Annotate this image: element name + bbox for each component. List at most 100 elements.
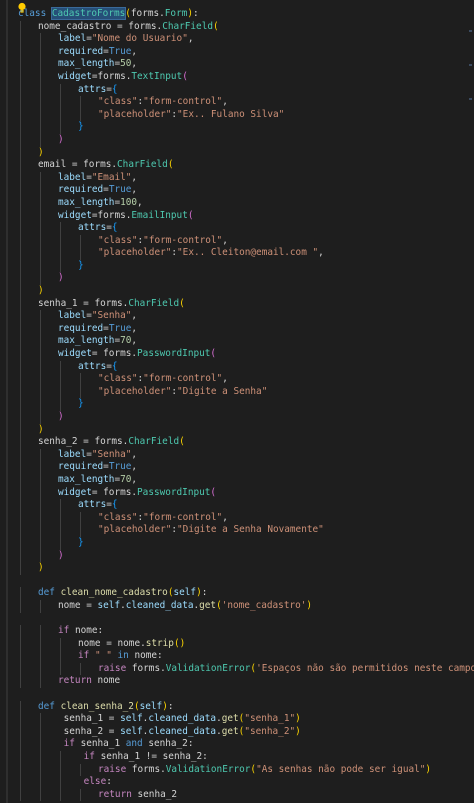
code-token: if: [78, 650, 95, 662]
code-line[interactable]: max_length=100,: [0, 196, 466, 210]
code-token: senha_1 != senha_2:: [100, 751, 208, 763]
code-line[interactable]: "placeholder":"Ex.. Cleiton@email.com ",: [0, 247, 466, 260]
code-line[interactable]: nome = nome.strip(): [0, 637, 466, 651]
code-line[interactable]: ): [0, 272, 466, 286]
indent-guide: [40, 272, 41, 286]
code-token: cleaned_data: [148, 713, 217, 725]
code-line[interactable]: label="Senha",: [0, 310, 466, 323]
code-line[interactable]: attrs={: [0, 83, 466, 97]
code-token: "form-control": [143, 234, 223, 246]
code-token: CharField: [128, 436, 180, 448]
code-line[interactable]: nome = self.cleaned_data.get('nome_cadas…: [0, 599, 466, 613]
code-token: self: [139, 700, 163, 712]
code-line[interactable]: label="Email",: [0, 171, 466, 185]
code-line[interactable]: attrs={: [0, 222, 466, 235]
code-token: ): [295, 725, 301, 737]
code-line[interactable]: if senha_1 != senha_2:: [0, 751, 466, 764]
indent-guide: [80, 385, 81, 399]
indent-guide: [20, 423, 21, 437]
indent-guide: [60, 662, 61, 676]
code-line[interactable]: ): [0, 423, 466, 437]
code-line[interactable]: }: [0, 121, 466, 134]
code-line[interactable]: }: [0, 536, 466, 550]
code-line[interactable]: ): [0, 146, 466, 160]
code-token: in: [111, 650, 135, 662]
code-token: if: [58, 625, 75, 637]
code-token: return: [98, 788, 138, 800]
code-line[interactable]: widget= forms.PasswordInput(: [0, 486, 466, 500]
code-line[interactable]: def clean_senha_2(self):: [0, 700, 466, 714]
code-token: required: [58, 322, 104, 334]
code-line[interactable]: max_length=70,: [0, 335, 466, 349]
code-line[interactable]: "placeholder":"Digite a Senha": [0, 385, 466, 399]
indent-guide: [60, 360, 61, 374]
code-line[interactable]: if nome:: [0, 625, 466, 638]
code-line[interactable]: required=True,: [0, 184, 466, 197]
code-line[interactable]: if " " in nome:: [0, 650, 466, 663]
indent-guide: [40, 473, 41, 487]
code-token: clean_nome_cadastro: [60, 587, 168, 599]
code-line[interactable]: nome_cadastro = forms.CharField(: [0, 20, 466, 34]
code-line[interactable]: ): [0, 133, 466, 147]
code-text: max_length=50,: [58, 58, 137, 71]
code-token: =forms.: [91, 209, 132, 221]
code-line[interactable]: return senha_2: [0, 788, 466, 802]
code-line[interactable]: }: [0, 259, 466, 273]
code-line[interactable]: email = forms.CharField(: [0, 159, 466, 172]
code-line[interactable]: raise forms.ValidationError('Espaços não…: [0, 662, 474, 676]
code-line[interactable]: [0, 688, 466, 701]
indent-guide: [40, 385, 41, 399]
code-line[interactable]: ): [0, 562, 466, 575]
code-line[interactable]: "placeholder":"Digite a Senha Novamente": [0, 524, 466, 537]
code-line[interactable]: else:: [0, 776, 466, 789]
code-line[interactable]: max_length=50,: [0, 58, 466, 71]
code-line[interactable]: [0, 613, 466, 626]
code-line[interactable]: raise forms.ValidationError("As senhas n…: [0, 763, 466, 777]
code-line[interactable]: label="Nome do Usuario",: [0, 33, 466, 46]
code-line[interactable]: def clean_nome_cadastro(self):: [0, 587, 466, 600]
indent-guide: [40, 499, 41, 512]
code-token: (: [187, 209, 194, 221]
code-token: required: [58, 45, 104, 57]
code-line[interactable]: required=True,: [0, 461, 466, 474]
code-line[interactable]: ): [0, 411, 466, 424]
code-line[interactable]: senha_1 = forms.CharField(: [0, 297, 466, 311]
code-line[interactable]: attrs={: [0, 499, 466, 512]
code-token: max_length: [58, 473, 115, 485]
code-line[interactable]: senha_2 = forms.CharField(: [0, 436, 466, 449]
code-line[interactable]: senha_1 = self.cleaned_data.get("senha_1…: [0, 713, 466, 726]
code-line[interactable]: max_length=70,: [0, 473, 466, 487]
code-line[interactable]: [0, 575, 466, 588]
code-line[interactable]: attrs={: [0, 360, 466, 374]
code-token: label: [58, 33, 87, 45]
code-line[interactable]: if senha_1 and senha_2:: [0, 738, 466, 752]
code-line[interactable]: widget=forms.TextInput(: [0, 70, 466, 84]
code-line[interactable]: "placeholder":"Ex.. Fulano Silva": [0, 108, 466, 122]
code-line[interactable]: required=True,: [0, 45, 466, 59]
code-line[interactable]: ): [0, 549, 466, 563]
indent-guide: [60, 121, 61, 134]
code-line[interactable]: label="Senha",: [0, 448, 466, 462]
code-line[interactable]: "class":"form-control",: [0, 511, 466, 525]
indent-guide: [80, 524, 81, 537]
indent-guide: [60, 788, 61, 802]
code-line[interactable]: widget= forms.PasswordInput(: [0, 348, 466, 361]
code-area[interactable]: class CadastroForms(forms.Form): nome_cad…: [0, 7, 474, 802]
indent-guide: [40, 184, 41, 197]
code-text: senha_2 = self.cleaned_data.get("senha_2…: [58, 726, 301, 739]
code-line[interactable]: }: [0, 398, 466, 411]
code-line[interactable]: ): [0, 285, 466, 298]
code-line[interactable]: return nome: [0, 675, 466, 689]
code-line[interactable]: senha_2 = self.cleaned_data.get("senha_2…: [0, 725, 466, 739]
code-line[interactable]: required=True,: [0, 322, 466, 336]
indent-guide: [40, 448, 41, 462]
code-line[interactable]: "class":"form-control",: [0, 96, 466, 109]
code-token: PasswordInput: [137, 348, 211, 360]
code-editor[interactable]: class CadastroForms(forms.Form): nome_cad…: [0, 0, 474, 803]
code-line[interactable]: "class":"form-control",: [0, 373, 466, 386]
code-token: :: [106, 776, 112, 788]
indent-guide: [60, 247, 61, 260]
code-line[interactable]: widget=forms.EmailInput(: [0, 209, 466, 223]
code-line[interactable]: "class":"form-control",: [0, 234, 466, 248]
code-line[interactable]: class CadastroForms(forms.Form):: [0, 7, 466, 21]
